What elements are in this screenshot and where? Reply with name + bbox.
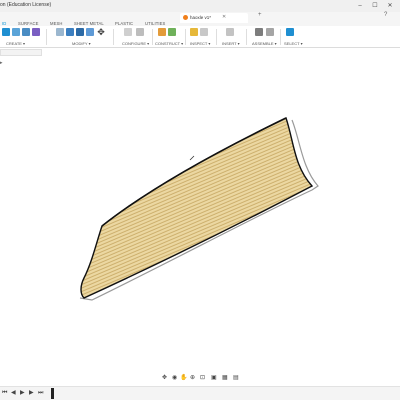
document-name: haoxle v1*	[190, 15, 212, 20]
toolbar-divider	[46, 29, 47, 45]
measure-icon[interactable]	[190, 28, 198, 36]
orbit-icon[interactable]: ✥	[162, 375, 167, 381]
as-built-joint-icon[interactable]	[266, 28, 274, 36]
new-tab-button[interactable]: +	[258, 12, 262, 18]
help-icon[interactable]: ?	[384, 12, 387, 18]
maximize-button[interactable]: ☐	[371, 2, 379, 10]
create-sketch-icon[interactable]	[12, 28, 20, 36]
plane-at-angle-icon[interactable]	[168, 28, 176, 36]
configure-table-icon[interactable]	[124, 28, 132, 36]
ribbon-toolbar: CREATE ▾ ✥ MODIFY ▾ CONFIGURE ▾ CONSTRUC…	[0, 26, 400, 48]
insert-icon[interactable]	[226, 28, 234, 36]
section-analysis-icon[interactable]	[200, 28, 208, 36]
select-icon[interactable]	[286, 28, 294, 36]
toolbar-divider	[216, 29, 217, 45]
new-component-icon[interactable]	[2, 28, 10, 36]
window-title: on (Education License)	[0, 2, 52, 8]
press-pull-icon[interactable]	[56, 28, 64, 36]
timeline-marker[interactable]	[51, 388, 54, 399]
shell-icon[interactable]	[86, 28, 94, 36]
toolbar-divider	[152, 29, 153, 45]
configure-menu[interactable]: CONFIGURE ▾	[122, 41, 149, 46]
document-tab[interactable]: haoxle v1* ✕	[180, 13, 248, 23]
toolbar-divider	[185, 29, 186, 45]
inspect-menu[interactable]: INSPECT ▾	[190, 41, 210, 46]
part-seam-mark	[189, 155, 195, 161]
close-document-icon[interactable]: ✕	[222, 14, 226, 20]
grid-icon[interactable]: ▦	[222, 375, 228, 381]
display-settings-icon[interactable]: ▣	[211, 375, 217, 381]
create-menu[interactable]: CREATE ▾	[6, 41, 25, 46]
fusion-window: on (Education License) – ☐ ✕ ID SURFACE …	[0, 0, 400, 400]
assemble-menu[interactable]: ASSEMBLE ▾	[252, 41, 277, 46]
model-canvas[interactable]	[0, 0, 400, 400]
move-icon[interactable]: ✥	[97, 28, 105, 37]
parameters-icon[interactable]	[136, 28, 144, 36]
zoom-icon[interactable]: ⊕	[190, 375, 195, 381]
chamfer-icon[interactable]	[76, 28, 84, 36]
close-button[interactable]: ✕	[386, 2, 394, 10]
toolbar-divider	[113, 29, 114, 45]
revolve-icon[interactable]	[32, 28, 40, 36]
timeline-back-icon[interactable]: ◀	[11, 390, 16, 397]
title-bar: on (Education License) – ☐ ✕	[0, 0, 400, 12]
toolbar-divider	[246, 29, 247, 45]
timeline-play-icon[interactable]: ▶	[20, 390, 25, 397]
browser-panel-header[interactable]	[0, 49, 42, 56]
part-body[interactable]	[80, 117, 314, 299]
minimize-button[interactable]: –	[356, 2, 364, 10]
extrude-icon[interactable]	[22, 28, 30, 36]
fit-icon[interactable]: ⊡	[200, 375, 205, 381]
insert-menu[interactable]: INSERT ▾	[222, 41, 240, 46]
document-icon	[183, 15, 188, 20]
viewports-icon[interactable]: ▤	[233, 375, 239, 381]
toolbar-divider	[280, 29, 281, 45]
modify-menu[interactable]: MODIFY ▾	[72, 41, 91, 46]
navigation-bar: ✥ ◉ ✋ ⊕ ⊡ ▣ ▦ ▤	[160, 373, 242, 383]
construct-menu[interactable]: CONSTRUCT ▾	[155, 41, 183, 46]
timeline-bar: ⏮ ◀ ▶ ▶ ⏭	[0, 386, 400, 400]
look-at-icon[interactable]: ✋	[180, 375, 187, 381]
timeline-first-icon[interactable]: ⏮	[2, 390, 7, 397]
timeline-forward-icon[interactable]: ▶	[29, 390, 34, 397]
select-menu[interactable]: SELECT ▾	[284, 41, 303, 46]
joint-icon[interactable]	[255, 28, 263, 36]
fillet-icon[interactable]	[66, 28, 74, 36]
offset-plane-icon[interactable]	[158, 28, 166, 36]
browser-expand-icon[interactable]: ▸	[0, 60, 3, 66]
pan-icon[interactable]: ◉	[172, 375, 177, 381]
timeline-last-icon[interactable]: ⏭	[38, 390, 43, 397]
